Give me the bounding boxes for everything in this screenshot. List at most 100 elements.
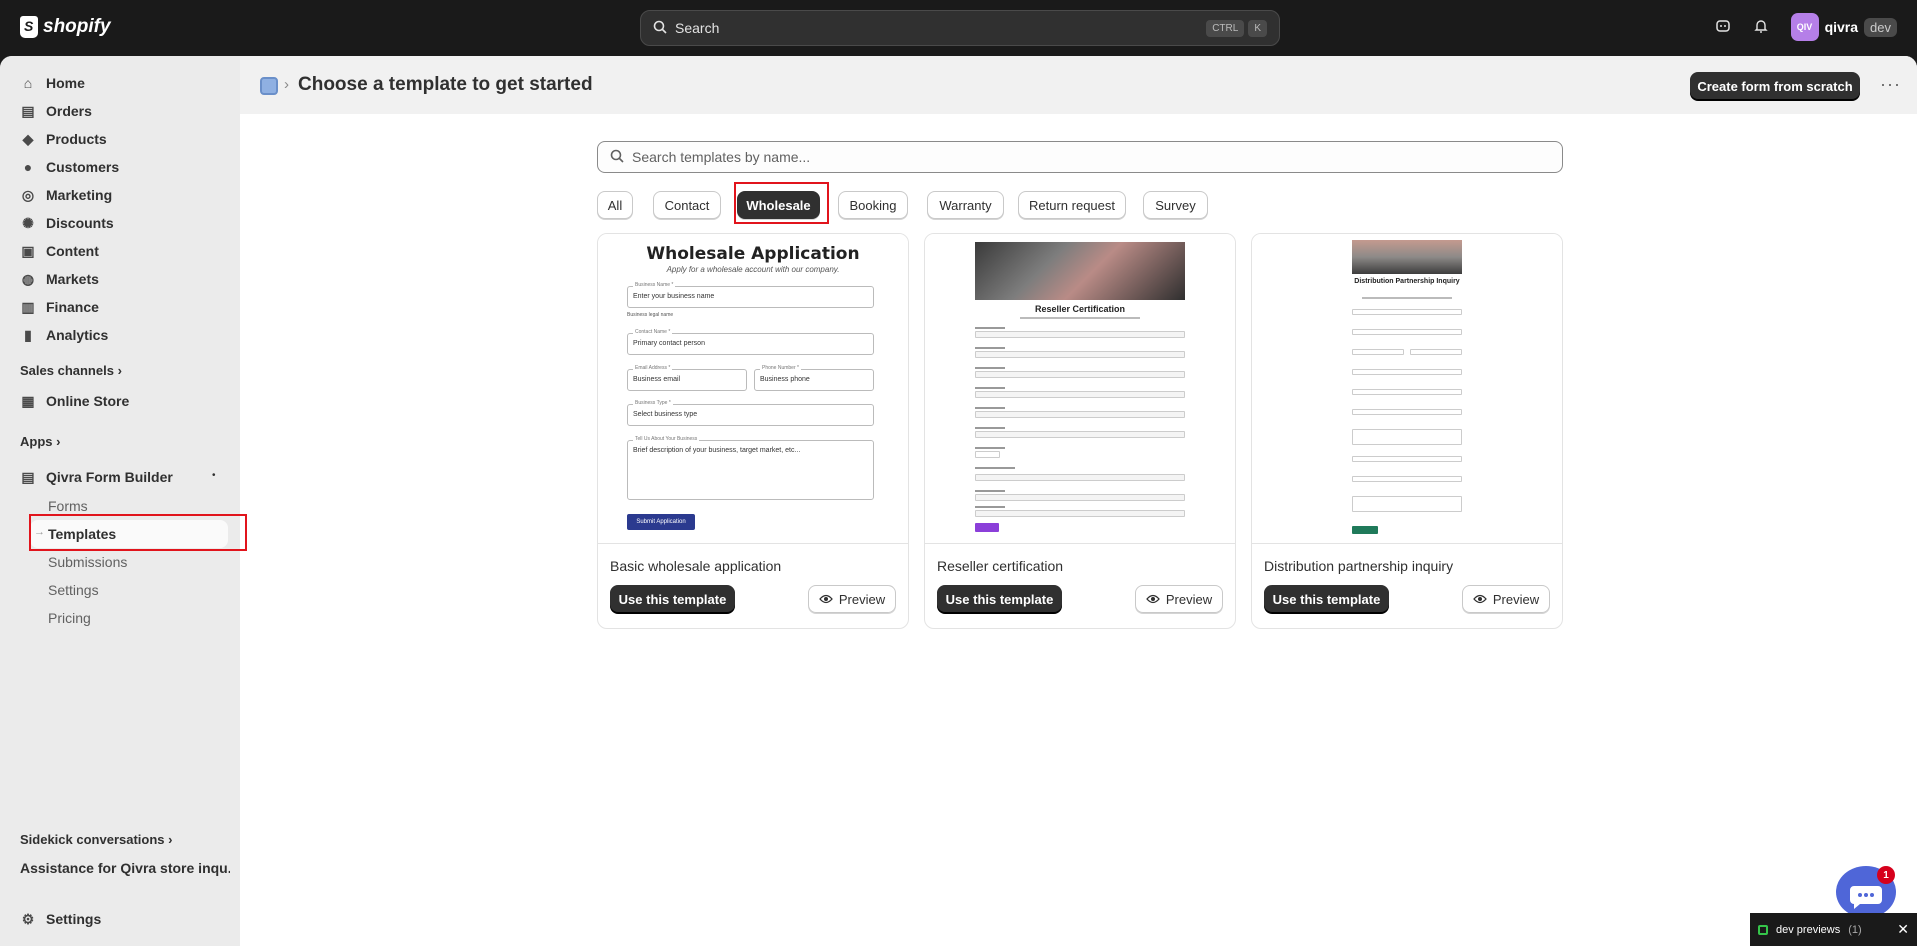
- sidebar-item-label: Customers: [46, 159, 120, 175]
- store-name: qivra: [1824, 19, 1859, 35]
- home-icon: ⌂: [23, 75, 33, 91]
- dev-previews-label: dev previews: [1776, 923, 1841, 936]
- thumb-label-line: [975, 467, 1015, 469]
- sidekick-icon[interactable]: [1715, 18, 1731, 37]
- sidebar-item-markets[interactable]: ◍ Markets: [20, 267, 99, 291]
- app-breadcrumb-icon[interactable]: [260, 77, 278, 95]
- brand-name: shopify: [43, 16, 111, 37]
- template-preview-thumbnail[interactable]: Distribution Partnership Inquiry: [1252, 234, 1562, 544]
- thumb-field: Tell Us About Your Business Brief descrip…: [627, 436, 874, 500]
- thumb-submit: Submit Application: [627, 514, 695, 530]
- shopify-logo[interactable]: shopify: [20, 16, 111, 38]
- close-icon[interactable]: ✕: [1897, 921, 1909, 938]
- search-placeholder: Search templates by name...: [632, 149, 811, 165]
- page-title: Choose a template to get started: [298, 74, 593, 95]
- filter-booking[interactable]: Booking: [838, 191, 908, 219]
- thumb-subtitle-line: [1362, 297, 1452, 299]
- more-actions-icon[interactable]: ···: [1880, 74, 1901, 95]
- sidebar-sub-pricing[interactable]: Pricing: [48, 610, 91, 626]
- thumb-field: Business Name * Enter your business name: [627, 282, 874, 308]
- admin-shell: ⌂ Home ▤ Orders ◆ Products ● Customers ◎ Mark…: [0, 56, 1917, 946]
- template-preview-thumbnail[interactable]: Reseller Certification: [925, 234, 1235, 544]
- sidebar-item-marketing[interactable]: ◎ Marketing: [20, 183, 112, 207]
- apps-heading[interactable]: Apps ›: [20, 434, 60, 449]
- sidebar-item-products[interactable]: ◆ Products: [20, 127, 107, 151]
- template-search-input[interactable]: Search templates by name...: [597, 141, 1563, 173]
- global-search[interactable]: Search CTRL K: [640, 10, 1280, 46]
- thumb-field-line: [1352, 329, 1462, 335]
- store-icon: ▦: [21, 392, 35, 409]
- preview-button[interactable]: Preview: [1462, 585, 1550, 613]
- sidebar-item-settings[interactable]: ⚙ Settings: [20, 907, 102, 931]
- dev-previews-bar[interactable]: dev previews (1) ✕: [1750, 913, 1917, 946]
- top-right-actions: QIV qivra dev: [1715, 13, 1897, 41]
- search-icon: [610, 149, 624, 166]
- thumb-field-line: [1410, 349, 1462, 355]
- chat-notification-badge: 1: [1877, 866, 1895, 884]
- thumb-field-line: [975, 431, 1185, 438]
- use-template-button[interactable]: Use this template: [610, 585, 735, 613]
- sidebar-sub-submissions[interactable]: Submissions: [48, 554, 127, 570]
- sidebar-item-label: Products: [46, 131, 107, 147]
- sidebar-sub-settings[interactable]: Settings: [48, 582, 99, 598]
- thumb-field-line: [1352, 369, 1462, 375]
- preview-button[interactable]: Preview: [1135, 585, 1223, 613]
- tag-icon: ◆: [22, 130, 34, 147]
- sidebar-item-app[interactable]: ▤ Qivra Form Builder: [20, 465, 172, 489]
- sidebar-item-analytics[interactable]: ▮ Analytics: [20, 323, 108, 347]
- avatar: QIV: [1790, 13, 1819, 41]
- store-switcher[interactable]: QIV qivra dev: [1790, 13, 1897, 41]
- use-template-button[interactable]: Use this template: [937, 585, 1062, 613]
- thumb-label-line: [975, 327, 1005, 329]
- template-preview-thumbnail[interactable]: Wholesale Application Apply for a wholes…: [598, 234, 908, 544]
- preview-button[interactable]: Preview: [808, 585, 896, 613]
- sidebar-item-customers[interactable]: ● Customers: [20, 155, 119, 179]
- thumb-field-line: [975, 451, 1000, 458]
- thumb-field-line: [975, 411, 1185, 418]
- shopify-bag-icon: [20, 16, 38, 38]
- sidebar-item-label: Settings: [46, 911, 102, 927]
- kbd-ctrl: CTRL: [1206, 19, 1245, 37]
- content-icon: ▣: [21, 242, 35, 259]
- create-form-button[interactable]: Create form from scratch: [1690, 72, 1860, 100]
- sidebar: ⌂ Home ▤ Orders ◆ Products ● Customers ◎ Mark…: [0, 56, 240, 946]
- sidebar-item-label: Finance: [46, 299, 99, 315]
- thumb-title: Wholesale Application: [646, 244, 860, 264]
- filter-contact[interactable]: Contact: [653, 191, 721, 219]
- filter-warranty[interactable]: Warranty: [927, 191, 1004, 219]
- template-card: Wholesale Application Apply for a wholes…: [597, 233, 909, 629]
- bell-icon[interactable]: [1753, 18, 1769, 37]
- pin-dot-icon[interactable]: •: [212, 470, 216, 481]
- card-title: Basic wholesale application: [610, 558, 782, 574]
- sidebar-item-discounts[interactable]: ✺ Discounts: [20, 211, 114, 235]
- chart-icon: ▮: [24, 326, 32, 343]
- sidebar-item-finance[interactable]: ▥ Finance: [20, 295, 99, 319]
- highlight-box-templates: [29, 514, 247, 551]
- filter-return-request[interactable]: Return request: [1018, 191, 1126, 219]
- bank-icon: ▥: [21, 298, 35, 315]
- target-icon: ◎: [21, 186, 35, 203]
- preview-label: Preview: [1165, 591, 1213, 607]
- highlight-box-wholesale: [734, 182, 829, 224]
- sidebar-item-online-store[interactable]: ▦ Online Store: [20, 389, 129, 413]
- thumb-label-line: [975, 367, 1005, 369]
- sidebar-item-label: Analytics: [46, 327, 109, 343]
- filter-survey[interactable]: Survey: [1143, 191, 1208, 219]
- thumb-field: Email Address * Business email: [627, 365, 747, 391]
- sales-channels-heading[interactable]: Sales channels ›: [20, 363, 122, 378]
- thumb-subtitle-line: [1020, 317, 1140, 319]
- sidebar-item-orders[interactable]: ▤ Orders: [20, 99, 92, 123]
- preview-label: Preview: [1492, 591, 1540, 607]
- sidekick-heading[interactable]: Sidekick conversations ›: [20, 832, 172, 847]
- sidekick-conversation-item[interactable]: Assistance for Qivra store inqu...: [20, 860, 230, 876]
- sidebar-sub-forms[interactable]: Forms: [48, 498, 88, 514]
- sidebar-item-home[interactable]: ⌂ Home: [20, 71, 85, 95]
- top-bar: shopify Search CTRL K QIV qivra dev: [0, 0, 1917, 56]
- filter-all[interactable]: All: [597, 191, 633, 219]
- template-card: Reseller Certification Reseller certific…: [924, 233, 1236, 629]
- sidebar-item-content[interactable]: ▣ Content: [20, 239, 99, 263]
- thumb-field-line: [975, 510, 1185, 517]
- thumb-field-line: [1352, 496, 1462, 512]
- eye-icon: [819, 592, 833, 607]
- use-template-button[interactable]: Use this template: [1264, 585, 1389, 613]
